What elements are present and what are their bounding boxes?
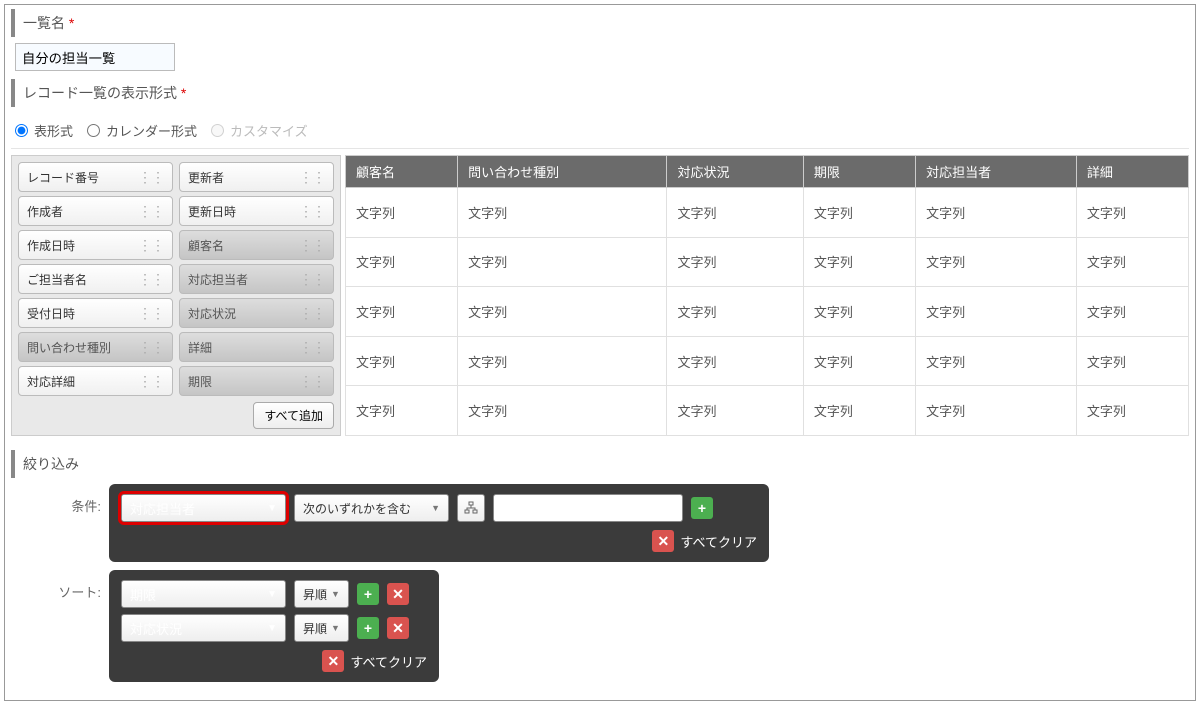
table-cell: 文字列 <box>916 237 1077 287</box>
table-row: 文字列文字列文字列文字列文字列文字列 <box>346 237 1189 287</box>
drag-grip-icon: ⋮⋮ <box>138 169 164 186</box>
list-name-input[interactable] <box>15 43 175 71</box>
table-cell: 文字列 <box>346 188 458 238</box>
table-cell: 文字列 <box>803 237 915 287</box>
table-cell: 文字列 <box>667 188 803 238</box>
radio-calendar[interactable]: カレンダー形式 <box>87 121 197 140</box>
table-column-header[interactable]: 対応担当者 <box>916 156 1077 188</box>
sort-field-select[interactable]: 期限▼ <box>121 580 286 608</box>
table-cell: 文字列 <box>916 336 1077 386</box>
table-row: 文字列文字列文字列文字列文字列文字列 <box>346 287 1189 337</box>
drag-grip-icon: ⋮⋮ <box>138 305 164 322</box>
drag-grip-icon: ⋮⋮ <box>138 237 164 254</box>
condition-add-button[interactable]: + <box>691 497 713 519</box>
table-cell: 文字列 <box>458 336 667 386</box>
field-chip[interactable]: 期限⋮⋮ <box>179 366 334 396</box>
table-column-header[interactable]: 詳細 <box>1076 156 1188 188</box>
sort-label: ソート: <box>11 570 109 601</box>
drag-grip-icon: ⋮⋮ <box>299 305 325 322</box>
table-cell: 文字列 <box>346 386 458 436</box>
sort-remove-button[interactable]: ✕ <box>387 583 409 605</box>
table-cell: 文字列 <box>667 287 803 337</box>
org-picker-icon[interactable] <box>457 494 485 522</box>
sort-order-select[interactable]: 昇順▼ <box>294 580 349 608</box>
filter-header: 絞り込み <box>11 450 1189 478</box>
condition-clear-label: すべてクリア <box>680 532 757 551</box>
table-cell: 文字列 <box>916 386 1077 436</box>
field-chip[interactable]: 受付日時⋮⋮ <box>18 298 173 328</box>
field-chip[interactable]: 作成者⋮⋮ <box>18 196 173 226</box>
sort-add-button[interactable]: + <box>357 617 379 639</box>
drag-grip-icon: ⋮⋮ <box>299 203 325 220</box>
condition-value-input[interactable] <box>493 494 683 522</box>
table-cell: 文字列 <box>1076 188 1188 238</box>
table-cell: 文字列 <box>803 188 915 238</box>
field-chip[interactable]: 問い合わせ種別⋮⋮ <box>18 332 173 362</box>
sort-remove-button[interactable]: ✕ <box>387 617 409 639</box>
drag-grip-icon: ⋮⋮ <box>299 339 325 356</box>
field-chip[interactable]: 対応状況⋮⋮ <box>179 298 334 328</box>
table-cell: 文字列 <box>803 386 915 436</box>
table-row: 文字列文字列文字列文字列文字列文字列 <box>346 336 1189 386</box>
table-column-header[interactable]: 顧客名 <box>346 156 458 188</box>
table-cell: 文字列 <box>916 188 1077 238</box>
table-cell: 文字列 <box>346 287 458 337</box>
table-cell: 文字列 <box>1076 237 1188 287</box>
preview-table: 顧客名問い合わせ種別対応状況期限対応担当者詳細 文字列文字列文字列文字列文字列文… <box>345 155 1189 436</box>
table-column-header[interactable]: 問い合わせ種別 <box>458 156 667 188</box>
table-cell: 文字列 <box>1076 287 1188 337</box>
drag-grip-icon: ⋮⋮ <box>299 373 325 390</box>
display-type-header: レコード一覧の表示形式 * <box>11 79 1189 107</box>
field-chip[interactable]: ご担当者名⋮⋮ <box>18 264 173 294</box>
table-cell: 文字列 <box>667 237 803 287</box>
field-chip[interactable]: 対応詳細⋮⋮ <box>18 366 173 396</box>
table-cell: 文字列 <box>1076 386 1188 436</box>
add-all-button[interactable]: すべて追加 <box>253 402 334 429</box>
drag-grip-icon: ⋮⋮ <box>138 271 164 288</box>
table-column-header[interactable]: 期限 <box>803 156 915 188</box>
radio-customize: カスタマイズ <box>211 121 308 140</box>
table-cell: 文字列 <box>458 237 667 287</box>
condition-label: 条件: <box>11 484 109 515</box>
table-cell: 文字列 <box>667 336 803 386</box>
sort-clear-button[interactable]: ✕ <box>322 650 344 672</box>
drag-grip-icon: ⋮⋮ <box>138 203 164 220</box>
drag-grip-icon: ⋮⋮ <box>138 373 164 390</box>
table-cell: 文字列 <box>458 386 667 436</box>
radio-table[interactable]: 表形式 <box>15 121 73 140</box>
drag-grip-icon: ⋮⋮ <box>299 237 325 254</box>
list-name-header: 一覧名 * <box>11 9 1189 37</box>
drag-grip-icon: ⋮⋮ <box>299 271 325 288</box>
drag-grip-icon: ⋮⋮ <box>299 169 325 186</box>
condition-field-select[interactable]: 対応担当者▼ <box>121 494 286 522</box>
field-palette: レコード番号⋮⋮ 作成者⋮⋮ 作成日時⋮⋮ ご担当者名⋮⋮ 受付日時⋮⋮ 問い合わせ種別⋮… <box>11 155 341 436</box>
table-cell: 文字列 <box>346 336 458 386</box>
table-row: 文字列文字列文字列文字列文字列文字列 <box>346 386 1189 436</box>
condition-clear-button[interactable]: ✕ <box>652 530 674 552</box>
sort-field-select[interactable]: 対応状況▼ <box>121 614 286 642</box>
table-cell: 文字列 <box>346 237 458 287</box>
sort-add-button[interactable]: + <box>357 583 379 605</box>
field-chip[interactable]: 顧客名⋮⋮ <box>179 230 334 260</box>
sort-order-select[interactable]: 昇順▼ <box>294 614 349 642</box>
sort-clear-label: すべてクリア <box>350 652 427 671</box>
table-cell: 文字列 <box>458 188 667 238</box>
field-chip[interactable]: 更新者⋮⋮ <box>179 162 334 192</box>
table-cell: 文字列 <box>803 336 915 386</box>
table-column-header[interactable]: 対応状況 <box>667 156 803 188</box>
table-cell: 文字列 <box>667 386 803 436</box>
field-chip[interactable]: 対応担当者⋮⋮ <box>179 264 334 294</box>
field-chip[interactable]: レコード番号⋮⋮ <box>18 162 173 192</box>
field-chip[interactable]: 更新日時⋮⋮ <box>179 196 334 226</box>
drag-grip-icon: ⋮⋮ <box>138 339 164 356</box>
table-cell: 文字列 <box>458 287 667 337</box>
table-cell: 文字列 <box>1076 336 1188 386</box>
table-cell: 文字列 <box>916 287 1077 337</box>
field-chip[interactable]: 作成日時⋮⋮ <box>18 230 173 260</box>
condition-operator-select[interactable]: 次のいずれかを含む▼ <box>294 494 449 522</box>
table-row: 文字列文字列文字列文字列文字列文字列 <box>346 188 1189 238</box>
field-chip[interactable]: 詳細⋮⋮ <box>179 332 334 362</box>
table-cell: 文字列 <box>803 287 915 337</box>
